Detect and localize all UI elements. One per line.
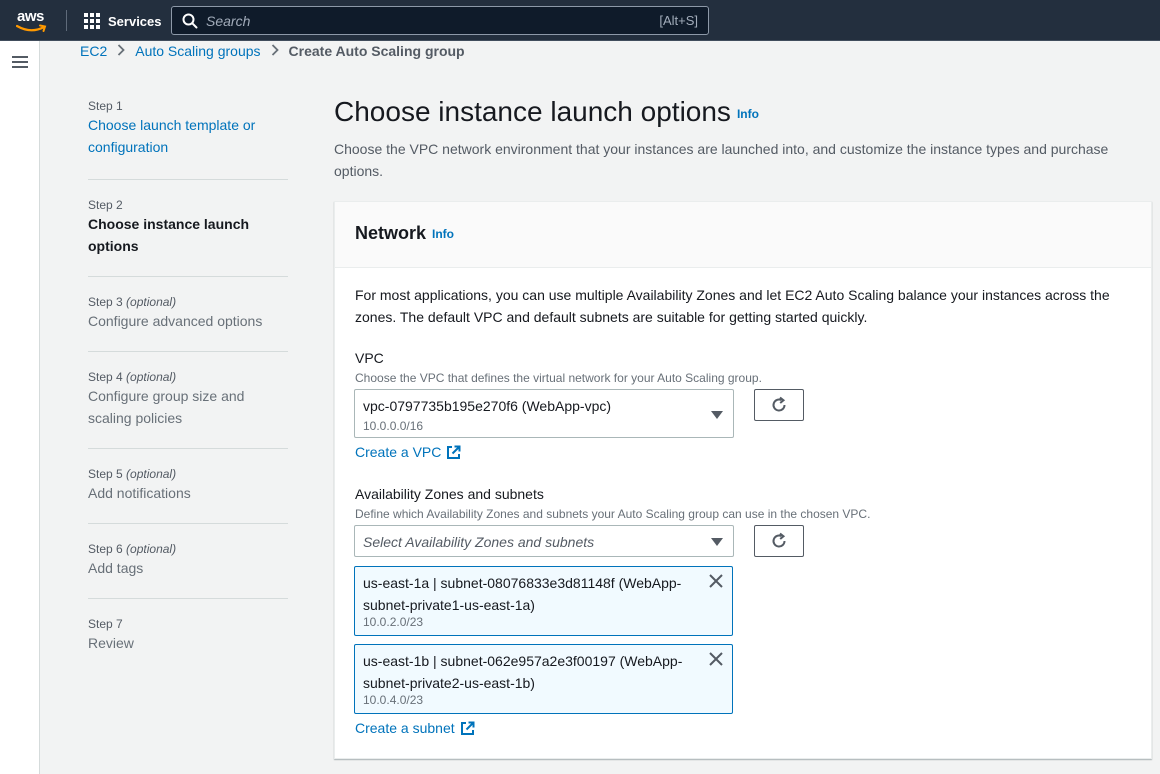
search-input[interactable]: Search [Alt+S]: [171, 6, 709, 35]
step-optional: (optional): [126, 370, 177, 384]
search-placeholder: Search: [206, 13, 251, 29]
external-link-icon: [460, 721, 475, 735]
step-7: Step 7 Review: [88, 599, 288, 669]
breadcrumb-current: Create Auto Scaling group: [288, 43, 465, 59]
subnet-token-label: us-east-1a | subnet-08076833e3d81148f (W…: [363, 575, 682, 613]
step-6-title: Add tags: [88, 560, 144, 576]
network-panel: Network Info For most applications, you c…: [334, 201, 1152, 759]
step-number: Step 4: [88, 370, 123, 384]
external-link-icon: [447, 445, 461, 459]
caret-down-icon: [711, 411, 723, 419]
step-number: Step 6: [88, 542, 123, 556]
az-description: Define which Availability Zones and subn…: [355, 507, 871, 521]
chevron-right-icon: [271, 43, 279, 59]
page-title-text: Choose instance launch options: [334, 96, 731, 127]
step-5-title: Add notifications: [88, 485, 191, 501]
subnet-token-cidr: 10.0.2.0/23: [363, 615, 424, 629]
subnet-token: us-east-1a | subnet-08076833e3d81148f (W…: [354, 566, 733, 636]
step-2: Step 2 Choose instance launch options: [88, 180, 288, 277]
step-number: Step 5: [88, 467, 123, 481]
search-icon: [182, 13, 198, 29]
step-number: Step 7: [88, 617, 123, 631]
az-refresh-button[interactable]: [754, 525, 804, 557]
step-7-title: Review: [88, 635, 134, 651]
az-subnets-select[interactable]: Select Availability Zones and subnets: [354, 525, 734, 557]
subnet-token-cidr: 10.0.4.0/23: [363, 693, 424, 707]
step-optional: (optional): [126, 295, 177, 309]
network-info-link[interactable]: Info: [432, 227, 454, 241]
network-intro: For most applications, you can use multi…: [355, 287, 1110, 325]
services-label: Services: [108, 13, 162, 29]
step-number: Step 2: [88, 198, 123, 212]
create-vpc-link-label: Create a VPC: [355, 444, 442, 460]
step-1: Step 1 Choose launch template or configu…: [88, 98, 288, 180]
refresh-icon: [772, 532, 786, 548]
create-vpc-link[interactable]: Create a VPC: [355, 444, 461, 460]
subnet-token: us-east-1b | subnet-062e957a2e3f00197 (W…: [354, 644, 733, 714]
create-subnet-link-label: Create a subnet: [355, 720, 455, 736]
refresh-icon: [772, 396, 786, 412]
breadcrumb: EC2 Auto Scaling groups Create Auto Scal…: [80, 42, 465, 60]
aws-logo-text: aws: [17, 8, 44, 25]
info-link[interactable]: Info: [737, 107, 759, 121]
network-panel-header: Network Info: [335, 202, 1151, 268]
services-grid-icon: [84, 12, 101, 30]
services-menu-button[interactable]: Services: [84, 11, 162, 31]
step-5: Step 5 (optional) Add notifications: [88, 449, 288, 524]
az-select-placeholder: Select Availability Zones and subnets: [363, 534, 595, 550]
vpc-select[interactable]: vpc-0797735b195e270f6 (WebApp-vpc) 10.0.…: [354, 389, 734, 438]
close-icon[interactable]: [708, 651, 724, 667]
wizard-steps: Step 1 Choose launch template or configu…: [88, 98, 288, 669]
step-4: Step 4 (optional) Configure group size a…: [88, 352, 288, 449]
network-panel-body: For most applications, you can use multi…: [355, 284, 1135, 328]
breadcrumb-auto-scaling-groups[interactable]: Auto Scaling groups: [135, 43, 260, 59]
side-rail: [0, 41, 40, 774]
vpc-cidr: 10.0.0.0/16: [363, 419, 424, 433]
vpc-select-value: vpc-0797735b195e270f6 (WebApp-vpc): [363, 398, 612, 414]
az-label: Availability Zones and subnets: [355, 486, 544, 502]
page-description: Choose the VPC network environment that …: [334, 141, 1109, 179]
step-3: Step 3 (optional) Configure advanced opt…: [88, 277, 288, 352]
page-title: Choose instance launch options Info: [334, 96, 759, 128]
close-icon[interactable]: [708, 573, 724, 589]
step-3-title: Configure advanced options: [88, 313, 263, 329]
vpc-refresh-button[interactable]: [754, 389, 804, 421]
step-optional: (optional): [126, 467, 177, 481]
search-shortcut: [Alt+S]: [659, 13, 698, 28]
aws-logo[interactable]: aws: [16, 8, 50, 34]
network-heading: Network: [355, 223, 427, 243]
top-navigation: aws Services Search [Alt+S]: [0, 0, 1160, 41]
create-subnet-link[interactable]: Create a subnet: [355, 720, 475, 736]
step-2-title: Choose instance launch options: [88, 216, 250, 254]
breadcrumb-ec2[interactable]: EC2: [80, 43, 107, 59]
step-6: Step 6 (optional) Add tags: [88, 524, 288, 599]
subnet-token-label: us-east-1b | subnet-062e957a2e3f00197 (W…: [363, 653, 683, 691]
step-optional: (optional): [126, 542, 177, 556]
vpc-label: VPC: [355, 350, 384, 366]
chevron-right-icon: [117, 43, 126, 59]
aws-smile-icon: [16, 24, 47, 32]
vpc-description: Choose the VPC that defines the virtual …: [355, 371, 762, 385]
caret-down-icon: [711, 538, 723, 546]
step-1-link[interactable]: Choose launch template or configuration: [88, 114, 288, 158]
menu-icon[interactable]: [12, 56, 28, 69]
step-number: Step 3: [88, 295, 123, 309]
step-number: Step 1: [88, 99, 123, 113]
nav-divider: [66, 10, 67, 31]
step-4-title: Configure group size and scaling policie…: [88, 388, 245, 426]
